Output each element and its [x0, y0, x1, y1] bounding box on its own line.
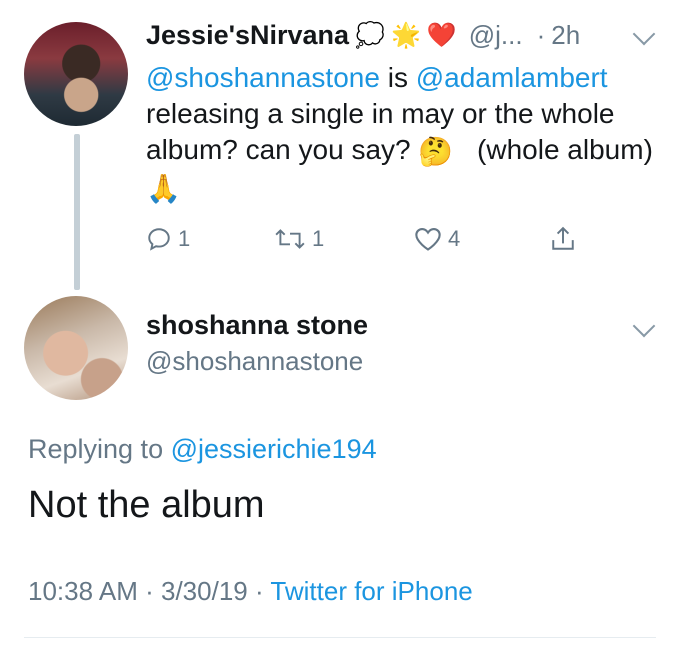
chevron-down-icon[interactable]	[632, 314, 656, 338]
main-tweet-text: Not the album	[28, 484, 265, 526]
retweet-icon	[275, 229, 305, 249]
star-emoji: 🌟	[390, 22, 421, 49]
replying-to-mention[interactable]: @jessierichie194	[171, 434, 377, 464]
heart-outline-icon	[415, 228, 441, 251]
tweet-tail: (whole album)	[477, 134, 653, 165]
heart-emoji: ❤️	[426, 22, 457, 49]
replying-to-line: Replying to @jessierichie194	[28, 434, 377, 465]
meta-separator: ·	[254, 576, 264, 606]
replying-to-label: Replying to	[28, 434, 164, 464]
retweet-count: 1	[312, 226, 325, 251]
author-display-name[interactable]: Jessie'sNirvana	[146, 20, 349, 51]
bottom-divider	[24, 637, 656, 638]
main-author-display-name[interactable]: shoshanna stone	[146, 310, 368, 341]
tweet-source[interactable]: Twitter for iPhone	[270, 576, 472, 606]
retweet-button[interactable]: 1	[274, 226, 324, 252]
tweet-date[interactable]: 3/30/19	[161, 576, 248, 606]
like-count: 4	[448, 226, 461, 251]
folded-hands-emoji: 🙏	[146, 173, 181, 205]
avatar-shoshannastone[interactable]	[24, 296, 128, 400]
thinking-face-emoji: 🤔	[418, 135, 454, 167]
avatar-jessiesnirvana[interactable]	[24, 22, 128, 126]
reply-icon	[148, 228, 170, 251]
main-author-handle[interactable]: @shoshannastone	[146, 346, 363, 377]
parent-tweet-header: Jessie'sNirvana 💭 🌟 ❤️ @j... · 2h	[146, 20, 580, 51]
tweet-meta: 10:38 AM · 3/30/19 · Twitter for iPhone	[28, 576, 473, 607]
share-icon	[552, 226, 574, 250]
text-is: is	[387, 62, 408, 93]
reply-button[interactable]: 1	[146, 226, 190, 252]
thread-connector-line	[74, 134, 80, 290]
parent-tweet-text: @shoshannastone is @adamlambert releasin…	[146, 60, 656, 207]
dot-separator: ·	[536, 20, 546, 50]
mention-adamlambert[interactable]: @adamlambert	[416, 62, 608, 93]
tweet-time[interactable]: 2h	[551, 20, 580, 51]
chevron-down-icon[interactable]	[632, 22, 656, 46]
author-handle[interactable]: @j...	[469, 20, 523, 51]
reply-count: 1	[178, 226, 191, 251]
tweet-timestamp[interactable]: 10:38 AM	[28, 576, 138, 606]
thought-balloon-emoji: 💭	[355, 22, 385, 49]
meta-separator: ·	[145, 576, 154, 606]
share-button[interactable]	[550, 224, 576, 254]
mention-shoshannastone[interactable]: @shoshannastone	[146, 62, 380, 93]
like-button[interactable]: 4	[414, 226, 460, 252]
